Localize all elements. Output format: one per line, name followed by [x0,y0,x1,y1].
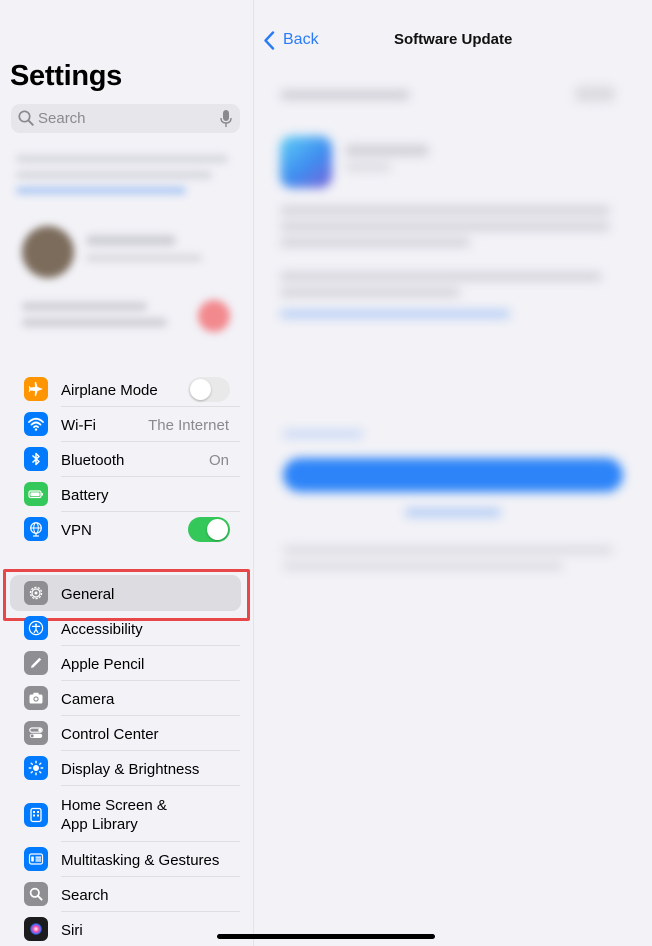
sidebar-item-display-brightness[interactable]: Display & Brightness [0,751,254,786]
vpn-toggle[interactable] [188,517,230,542]
sidebar-item-label: Battery [61,487,109,504]
sidebar-item-control-center[interactable]: Control Center [0,716,254,751]
sidebar-item-search[interactable]: Search [0,877,254,912]
back-button[interactable]: Back [263,30,319,50]
ios-update-icon [280,136,332,188]
blurred-update-now-button[interactable] [283,458,623,492]
sidebar-item-label: Multitasking & Gestures [61,852,220,869]
accessibility-icon [24,616,48,640]
wifi-network-value: The Internet [148,417,229,434]
chevron-left-icon [264,30,275,50]
blurred-update-tonight-link[interactable] [405,508,501,517]
airplane-mode-toggle[interactable] [188,377,230,402]
bluetooth-status-value: On [208,452,229,469]
sidebar-item-home-screen[interactable]: Home Screen & App Library [0,786,254,842]
search-icon [18,110,34,126]
sidebar-item-label: Siri [61,922,83,939]
sidebar-item-wifi[interactable]: Wi-Fi The Internet [0,407,254,442]
search-placeholder: Search [38,110,86,127]
search-input[interactable]: Search [11,104,240,133]
sun-icon [24,756,48,780]
page-title: Settings [10,60,122,92]
magnifier-icon [24,882,48,906]
nav-title: Software Update [394,31,513,48]
sidebar-item-label: Wi-Fi [61,417,96,434]
siri-icon [24,917,48,941]
sidebar-item-siri[interactable]: Siri [0,912,254,946]
microphone-icon[interactable] [219,109,233,128]
sidebar-item-label: Bluetooth [61,452,125,469]
pencil-icon [24,651,48,675]
airplane-icon [24,377,48,401]
home-indicator[interactable] [217,934,435,939]
sidebar-item-multitasking[interactable]: Multitasking & Gestures [0,842,254,877]
sidebar-item-label: Search [61,887,109,904]
sidebar-item-accessibility[interactable]: Accessibility [0,611,254,646]
blurred-auto-updates-row[interactable] [280,90,410,100]
blurred-learn-more-link[interactable] [280,310,510,318]
home-screen-icon [24,803,48,827]
sidebar-item-label: Camera [61,691,115,708]
avatar [22,226,74,278]
camera-icon [24,686,48,710]
back-label: Back [283,31,319,48]
sidebar-item-label: Airplane Mode [61,382,158,399]
notification-badge [198,300,230,332]
software-update-pane: Back Software Update [255,0,652,946]
sidebar-item-apple-pencil[interactable]: Apple Pencil [0,646,254,681]
sidebar-item-label: Home Screen & [61,797,167,814]
bluetooth-icon [24,447,48,471]
multitasking-icon [24,847,48,871]
settings-sidebar: Settings Search Airplane Mode Wi-Fi The … [0,0,254,946]
wifi-icon [24,412,48,436]
sidebar-item-bluetooth[interactable]: Bluetooth On [0,442,254,477]
sidebar-item-airplane-mode[interactable]: Airplane Mode [0,372,254,407]
sidebar-item-label: Control Center [61,726,159,743]
sidebar-item-label: Accessibility [61,621,143,638]
sidebar-item-label: Display & Brightness [61,761,200,778]
battery-icon [24,482,48,506]
sidebar-item-label: Apple Pencil [61,656,145,673]
vpn-globe-icon [24,517,48,541]
sidebar-item-camera[interactable]: Camera [0,681,254,716]
control-center-icon [24,721,48,745]
sidebar-item-battery[interactable]: Battery [0,477,254,512]
sidebar-item-label: VPN [61,522,92,539]
sidebar-item-label-line2: App Library [61,816,138,833]
sidebar-item-vpn[interactable]: VPN [0,512,254,547]
